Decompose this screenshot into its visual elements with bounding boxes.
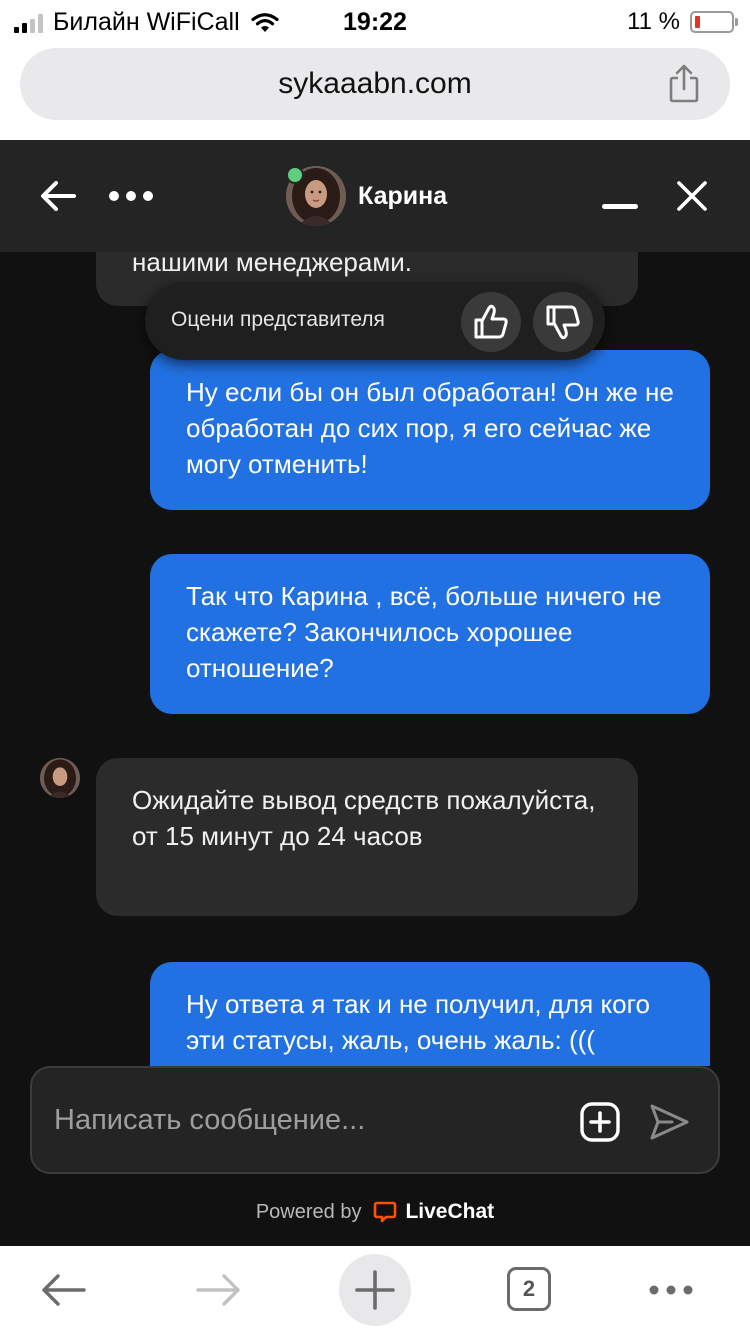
rate-agent-prompt: Оцени представителя [145, 282, 605, 360]
online-status-indicator [286, 166, 304, 184]
new-tab-button[interactable] [339, 1254, 411, 1326]
share-icon[interactable] [666, 64, 702, 104]
battery-percent: 11 % [627, 8, 680, 35]
thumbs-up-icon [474, 304, 508, 339]
message-text: Так что Карина , всё, больше ничего не с… [186, 581, 662, 683]
close-icon[interactable] [676, 180, 708, 212]
agent-avatar-small [40, 758, 80, 798]
message-text: Ожидайте вывод средств пожалуйста, от 15… [132, 785, 596, 851]
user-message: Так что Карина , всё, больше ничего не с… [150, 554, 710, 714]
thumbs-down-icon [546, 305, 580, 340]
powered-by: Powered by LiveChat [0, 1194, 750, 1230]
url-text[interactable]: sykaaabn.com [20, 67, 730, 101]
browser-address-area: sykaaabn.com [0, 44, 750, 140]
status-bar: Билайн WiFiCall 19:22 11 % [0, 0, 750, 44]
agent-name: Карина [358, 181, 448, 210]
more-options-icon[interactable] [108, 190, 154, 202]
add-attachment-icon[interactable] [580, 1102, 620, 1142]
send-icon[interactable] [648, 1102, 690, 1142]
message-text: Ну ответа я так и не получил, для кого э… [186, 989, 650, 1055]
user-message: Ну если бы он был обработан! Он же не об… [150, 350, 710, 510]
powered-by-label: Powered by [255, 1200, 362, 1223]
thumbs-down-button[interactable] [533, 292, 593, 352]
browser-toolbar: 2 [0, 1246, 750, 1334]
back-icon[interactable] [40, 1272, 86, 1308]
user-message: Ну ответа я так и не получил, для кого э… [150, 962, 710, 1066]
battery-icon [690, 11, 738, 33]
livechat-brand: LiveChat [405, 1200, 495, 1223]
thumbs-up-button[interactable] [461, 292, 521, 352]
address-bar[interactable]: sykaaabn.com [20, 48, 730, 120]
agent-info: Карина [286, 166, 447, 226]
message-composer [30, 1066, 720, 1174]
back-arrow-icon[interactable] [38, 176, 78, 216]
minimize-icon[interactable] [602, 204, 638, 210]
message-input[interactable] [54, 1104, 534, 1137]
message-text: Ну если бы он был обработан! Он же не об… [186, 377, 674, 479]
forward-icon[interactable] [196, 1272, 242, 1308]
menu-icon[interactable] [648, 1284, 694, 1296]
rate-agent-label: Оцени представителя [171, 308, 385, 331]
livechat-logo-icon [374, 1201, 397, 1223]
tabs-button[interactable]: 2 [507, 1267, 551, 1311]
chat-header: Карина [0, 140, 750, 252]
plus-icon [355, 1270, 395, 1310]
agent-message: Ожидайте вывод средств пожалуйста, от 15… [96, 758, 638, 916]
battery-status: 11 % [627, 8, 738, 36]
